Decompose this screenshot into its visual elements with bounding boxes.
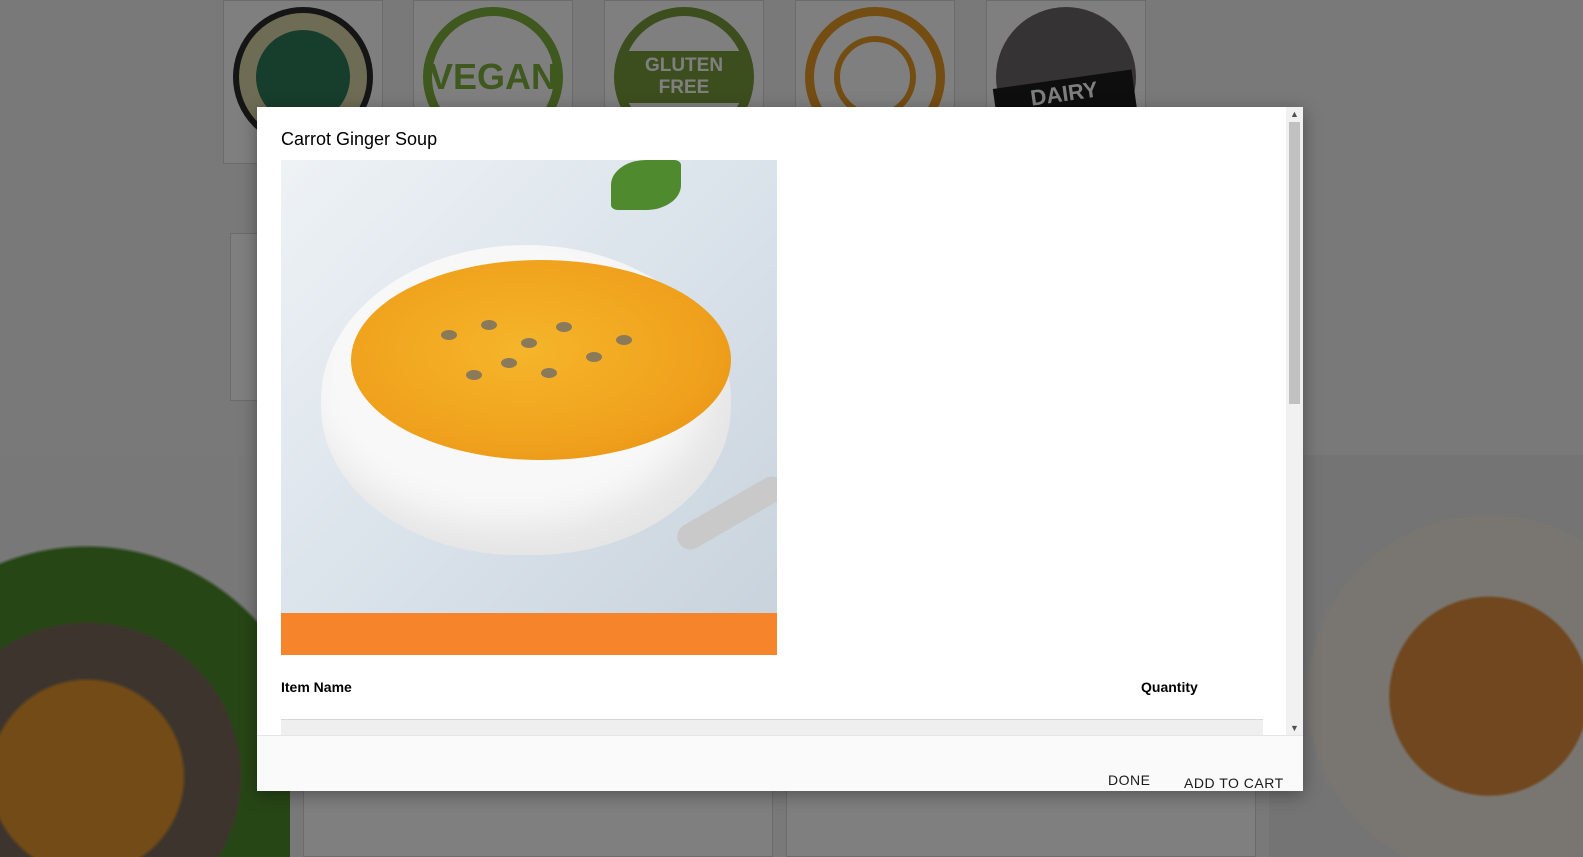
done-button[interactable]: DONE: [1100, 766, 1158, 794]
modal-scrollbar[interactable]: ▲ ▼: [1286, 107, 1303, 735]
add-to-cart-button[interactable]: ADD TO CART: [1176, 769, 1292, 797]
table-row[interactable]: [281, 719, 1263, 735]
column-header-quantity: Quantity: [1141, 679, 1198, 695]
soup-bowl-image: [281, 160, 777, 614]
modal-footer: DONE ADD TO CART: [257, 735, 1303, 791]
modal-title: Carrot Ginger Soup: [281, 129, 438, 149]
soup-surface: [351, 260, 731, 460]
scrollbar-thumb[interactable]: [1289, 122, 1300, 404]
column-header-item-name: Item Name: [281, 679, 352, 695]
scroll-down-arrow-icon[interactable]: ▼: [1286, 721, 1303, 735]
modal-body: Carrot Ginger Soup Item Name Quantity: [257, 107, 1286, 735]
image-accent-bar: [281, 613, 777, 655]
item-detail-modal: Carrot Ginger Soup Item Name Quantity ▲: [257, 107, 1303, 791]
parsley-garnish: [611, 160, 681, 210]
scroll-up-arrow-icon[interactable]: ▲: [1286, 107, 1303, 121]
